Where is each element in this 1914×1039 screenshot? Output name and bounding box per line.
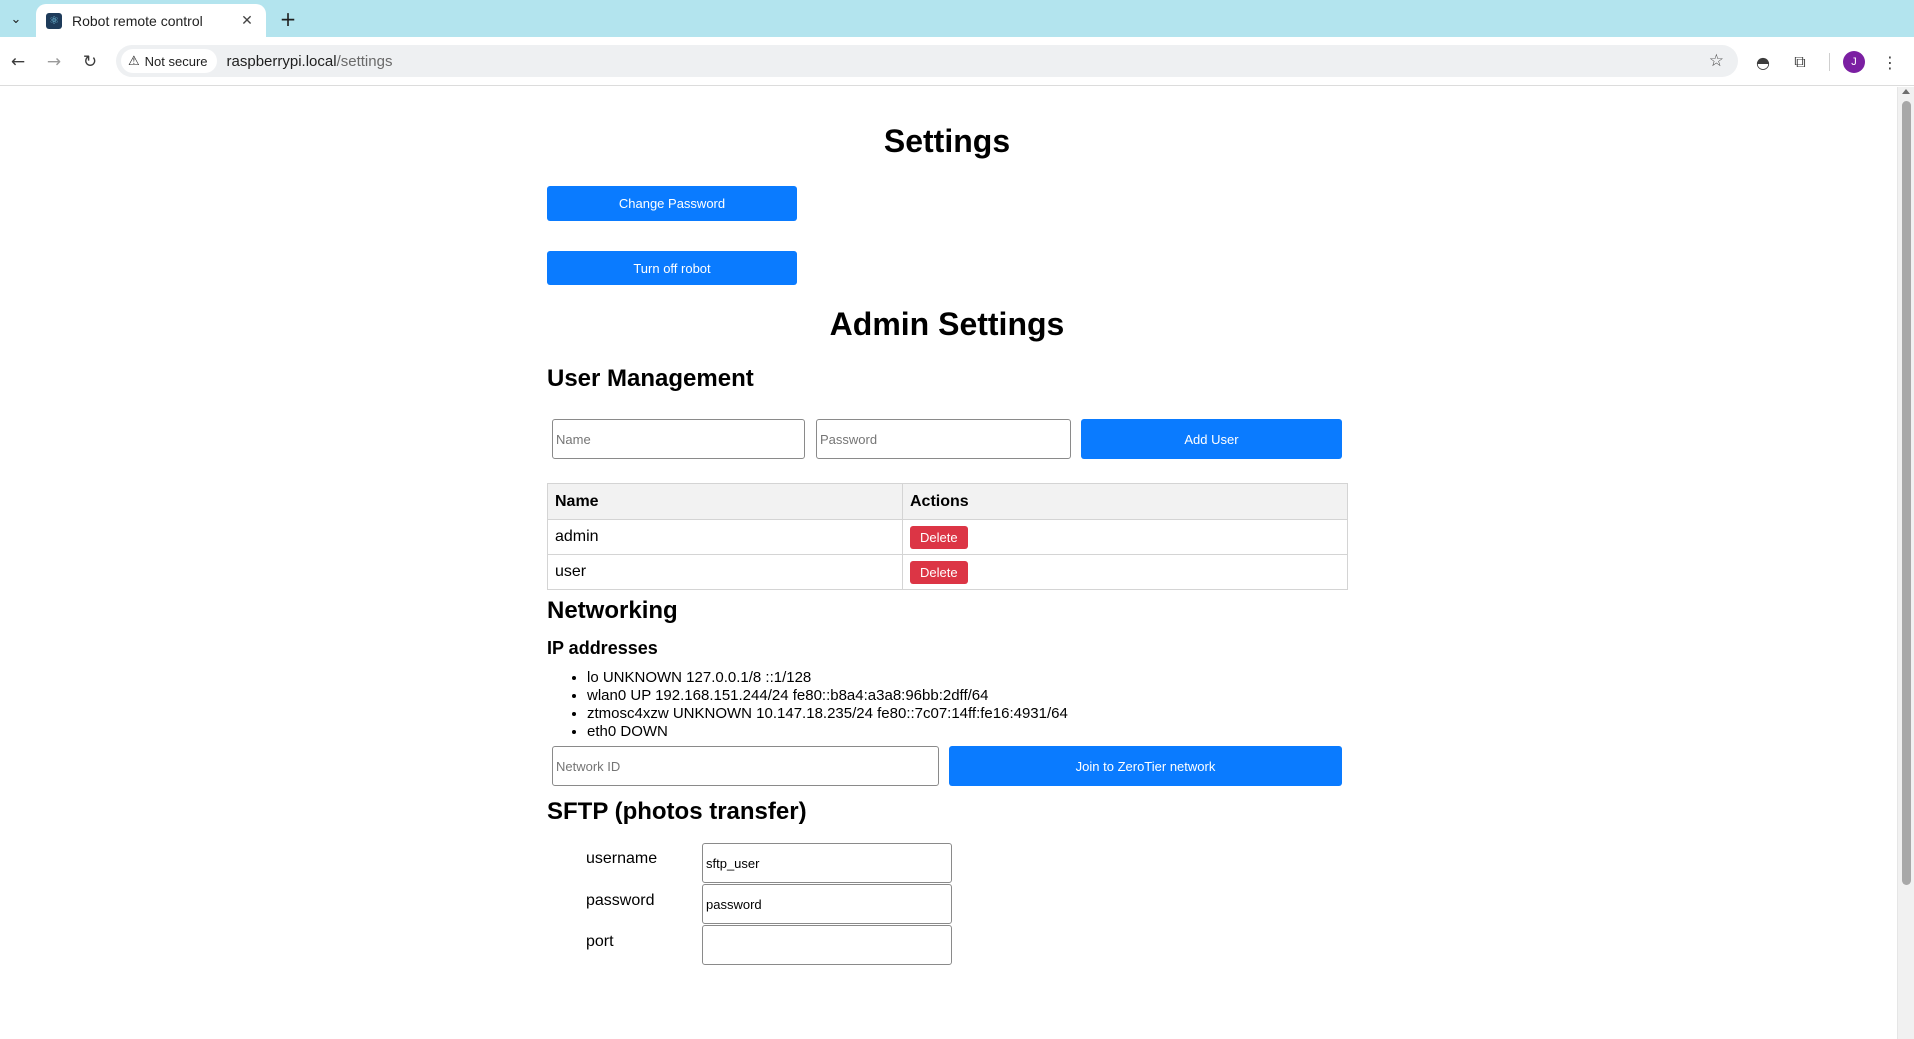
browser-toolbar: ← → ↻ ⚠ Not secure raspberrypi.local/set… (0, 37, 1914, 86)
url-text[interactable]: raspberrypi.local/settings (227, 53, 393, 70)
ip-address-list: lo UNKNOWN 127.0.0.1/8 ::1/128 wlan0 UP … (587, 669, 1068, 741)
users-table: Name Actions admin Delete user Delete (547, 483, 1348, 590)
scroll-thumb[interactable] (1902, 101, 1911, 885)
actions-cell: Delete (902, 554, 1348, 590)
list-item: ztmosc4xzw UNKNOWN 10.147.18.235/24 fe80… (587, 705, 1068, 723)
network-id-input[interactable] (552, 746, 939, 786)
ip-addresses-heading: IP addresses (547, 638, 658, 658)
extensions-puzzle-icon[interactable]: ⧉ (1787, 49, 1813, 75)
new-tab-plus-icon[interactable]: + (276, 7, 300, 31)
back-arrow-icon[interactable]: ← (5, 49, 31, 75)
table-row: admin Delete (547, 519, 1348, 555)
page-title: Settings (883, 123, 1011, 159)
column-header-actions: Actions (902, 483, 1348, 520)
add-user-button[interactable]: Add User (1081, 419, 1342, 459)
address-bar[interactable]: ⚠ Not secure raspberrypi.local/settings … (116, 45, 1738, 77)
warning-triangle-icon: ⚠ (128, 53, 140, 69)
list-item: eth0 DOWN (587, 723, 1068, 741)
table-row: user Delete (547, 554, 1348, 590)
name-input[interactable] (552, 419, 805, 459)
user-name-cell: admin (547, 519, 903, 555)
page-scrollbar[interactable] (1897, 87, 1914, 1039)
user-management-heading: User Management (547, 365, 754, 392)
forward-arrow-icon[interactable]: → (41, 49, 67, 75)
react-favicon-icon: ⚛ (46, 12, 62, 29)
sftp-username-input[interactable] (702, 843, 952, 883)
incognito-extension-icon[interactable]: ◓ (1750, 49, 1776, 75)
networking-heading: Networking (547, 597, 678, 624)
kebab-menu-icon[interactable]: ⋮ (1877, 49, 1903, 75)
browser-tab-bar: ⌄ ⚛ Robot remote control ✕ + (0, 0, 1914, 37)
admin-settings-title: Admin Settings (829, 306, 1065, 342)
password-input[interactable] (816, 419, 1071, 459)
profile-avatar[interactable]: J (1843, 51, 1865, 73)
turn-off-robot-button[interactable]: Turn off robot (547, 251, 797, 285)
browser-tab[interactable]: ⚛ Robot remote control ✕ (36, 4, 266, 37)
security-chip[interactable]: ⚠ Not secure (121, 49, 217, 73)
scroll-up-arrow-icon[interactable] (1902, 89, 1910, 94)
sftp-port-input[interactable] (702, 925, 952, 965)
delete-user-button[interactable]: Delete (910, 525, 968, 549)
table-header-row: Name Actions (547, 483, 1348, 520)
tab-title: Robot remote control (72, 12, 203, 29)
change-password-button[interactable]: Change Password (547, 186, 797, 221)
sftp-port-label: port (586, 933, 614, 950)
security-label: Not secure (144, 53, 208, 69)
close-icon[interactable]: ✕ (238, 12, 256, 30)
tab-search-chevron-icon[interactable]: ⌄ (4, 7, 28, 31)
url-host: raspberrypi.local (226, 52, 337, 70)
column-header-name: Name (547, 483, 903, 520)
toolbar-divider (1829, 53, 1830, 71)
user-name-cell: user (547, 554, 903, 590)
sftp-password-input[interactable] (702, 884, 952, 924)
list-item: lo UNKNOWN 127.0.0.1/8 ::1/128 (587, 669, 1068, 687)
join-zerotier-button[interactable]: Join to ZeroTier network (949, 746, 1342, 786)
delete-user-button[interactable]: Delete (910, 560, 968, 584)
page-viewport: Settings Change Password Turn off robot … (0, 87, 1897, 1039)
reload-icon[interactable]: ↻ (77, 49, 103, 75)
actions-cell: Delete (902, 519, 1348, 555)
url-path: /settings (336, 52, 393, 70)
sftp-password-label: password (586, 892, 655, 909)
list-item: wlan0 UP 192.168.151.244/24 fe80::b8a4:a… (587, 687, 1068, 705)
bookmark-star-icon[interactable]: ☆ (1709, 51, 1724, 71)
sftp-heading: SFTP (photos transfer) (547, 798, 807, 825)
sftp-username-label: username (586, 850, 658, 867)
